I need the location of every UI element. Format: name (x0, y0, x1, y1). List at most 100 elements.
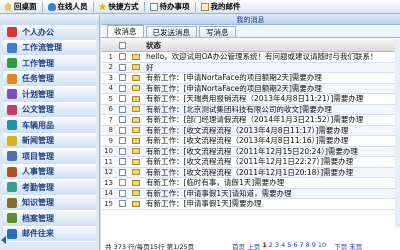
message-subject[interactable]: 有新工作：[收文流程流程（2013年4月8日11:17）]需要办理 (143, 125, 400, 136)
row-select[interactable] (115, 137, 129, 145)
message-subject[interactable]: 有新工作：[申请事假1天]需要办理 (143, 198, 400, 209)
message-subject[interactable]: 有新工作：[天瑞费用报销流程（2013年4月8日11:21）]需要办理 (143, 93, 400, 104)
sidebar-item[interactable]: 计划管理 (3, 87, 96, 103)
message-subject[interactable]: 有新工作：[申请NortaFace的项目额期2天]需要办理 (143, 83, 400, 94)
row-checkbox[interactable] (118, 137, 126, 145)
row-number: 12 (104, 168, 113, 177)
sidebar-item[interactable]: 人事管理 (3, 164, 96, 180)
page-number-link[interactable]: 6 (293, 241, 297, 250)
row-number: 13 (104, 178, 113, 187)
select-all-checkbox[interactable] (118, 41, 126, 49)
sidebar-header (0, 15, 99, 25)
next-last-links[interactable]: 下页 末页 (334, 241, 362, 250)
row-select[interactable] (115, 126, 129, 134)
row-checkbox[interactable] (118, 147, 126, 155)
row-select[interactable] (115, 189, 129, 197)
sidebar-item[interactable]: 公文管理 (3, 102, 96, 118)
envelope-icon (132, 190, 140, 197)
row-select[interactable] (115, 63, 129, 71)
message-subject[interactable]: 有新工作：[收文流程流程（2011年12月15日20:24）]需要办理 (143, 146, 400, 157)
sidebar-item[interactable]: 新闻管理 (3, 133, 96, 149)
row-checkbox[interactable] (118, 74, 126, 82)
page-number-link[interactable]: 5 (287, 241, 291, 250)
toolbar-divider (41, 1, 43, 12)
message-subject[interactable]: 有新工作：[北京测试集团科技有限公司的收文]需要办理 (143, 104, 400, 115)
row-checkbox[interactable] (118, 168, 126, 176)
module-icon (7, 166, 17, 177)
first-prev-links[interactable]: 首页 上页 (232, 241, 260, 250)
row-select[interactable] (115, 116, 129, 124)
online-users-button[interactable]: 在线人员 (47, 1, 88, 12)
page-number-link[interactable]: 8 (306, 241, 310, 250)
row-select[interactable] (115, 74, 129, 82)
shortcuts-button[interactable]: 快捷方式 (98, 1, 139, 12)
row-checkbox[interactable] (118, 189, 126, 197)
page-number-link[interactable]: 10 (318, 241, 326, 250)
message-subject[interactable]: 有新工作：[部门经理请假流程（2014年1月3日21:52）]需要办理 (143, 114, 400, 125)
page-number-link[interactable]: 4 (281, 241, 285, 250)
envelope-icon (132, 148, 140, 155)
message-subject[interactable]: 有新工作：[收文流程流程（2011年12月1日20:18）]需要办理 (143, 167, 400, 178)
message-subject[interactable]: hello，欢迎试用OA办公管理系统！有问题或建议请随时与我们联系！ (143, 51, 400, 62)
sidebar-item[interactable]: 档案管理 (3, 211, 96, 227)
message-subject[interactable]: 有新工作：[申请NortaFace的项目额期2天]需要办理 (143, 72, 400, 83)
row-checkbox[interactable] (118, 95, 126, 103)
row-select[interactable] (115, 53, 129, 61)
row-select[interactable] (115, 200, 129, 208)
row-checkbox[interactable] (118, 105, 126, 113)
message-subject[interactable]: 有新工作：[申请事假1天]请知道，需要办理 (143, 188, 400, 199)
row-select[interactable] (115, 179, 129, 187)
page-number-link[interactable]: 1 (262, 241, 267, 250)
row-number: 14 (104, 189, 113, 198)
row-select[interactable] (115, 158, 129, 166)
tab-compose[interactable]: 写消息 (199, 26, 236, 37)
sidebar-item[interactable]: 考勤管理 (3, 180, 96, 196)
row-number: 10 (104, 147, 113, 156)
tab-inbox[interactable]: 收消息 (107, 25, 144, 37)
module-icon (7, 58, 17, 69)
sidebar-item[interactable]: 工作流管理 (3, 40, 96, 56)
message-subject[interactable]: 有新工作：[收文流程流程（2011年12月1日22:27）]需要办理 (143, 156, 400, 167)
sidebar-item[interactable]: 任务管理 (3, 71, 96, 87)
row-status (129, 158, 143, 165)
sidebar-item[interactable]: 邮件往来 (3, 226, 96, 242)
page-number-link[interactable]: 2 (269, 241, 273, 250)
page-number-link[interactable]: 9 (312, 241, 316, 250)
row-select[interactable] (115, 168, 129, 176)
top-toolbar: 回桌面 在线人员 快捷方式 待办事项 我的邮件 (0, 0, 400, 14)
message-subject[interactable]: 有新工作：[收文流程流程（2013年4月8日11:16）]需要办理 (143, 135, 400, 146)
row-checkbox[interactable] (118, 158, 126, 166)
message-subject[interactable]: 有新工作：[临时有事，请假1天]需要办理 (143, 177, 400, 188)
mail-button[interactable]: 我的邮件 (200, 1, 241, 12)
row-checkbox[interactable] (118, 63, 126, 71)
row-select[interactable] (115, 84, 129, 92)
collapse-arrow-icon[interactable] (1, 236, 6, 244)
sidebar-item[interactable]: 项目管理 (3, 149, 96, 165)
tab-sent[interactable]: 已发送消息 (145, 26, 197, 37)
sidebar-item[interactable]: 工作管理 (3, 56, 96, 72)
row-checkbox[interactable] (118, 116, 126, 124)
module-icon (7, 228, 17, 239)
row-select[interactable] (115, 147, 129, 155)
header-select[interactable] (115, 41, 129, 49)
page-number-link[interactable]: 3 (275, 241, 279, 250)
row-select[interactable] (115, 95, 129, 103)
sidebar-item[interactable]: 个人办公 (3, 25, 96, 41)
sidebar-item-label: 档案管理 (22, 213, 54, 223)
home-button[interactable]: 回桌面 (4, 1, 37, 12)
message-subject[interactable]: 好 (143, 62, 400, 73)
table-row[interactable]: 15 有新工作：[申请事假1天]需要办理 (101, 199, 400, 210)
page-number-link[interactable]: 7 (299, 241, 303, 250)
sidebar-item[interactable]: 知识管理 (3, 195, 96, 211)
envelope-icon (132, 106, 140, 113)
vertical-scrollbar[interactable] (395, 39, 400, 227)
row-select[interactable] (115, 105, 129, 113)
sidebar-item[interactable]: 车辆用品 (3, 118, 96, 134)
row-number: 3 (108, 73, 113, 82)
row-checkbox[interactable] (118, 84, 126, 92)
row-checkbox[interactable] (118, 53, 126, 61)
todo-button[interactable]: 待办事项 (149, 1, 190, 12)
row-checkbox[interactable] (118, 200, 126, 208)
row-checkbox[interactable] (118, 126, 126, 134)
row-checkbox[interactable] (118, 179, 126, 187)
